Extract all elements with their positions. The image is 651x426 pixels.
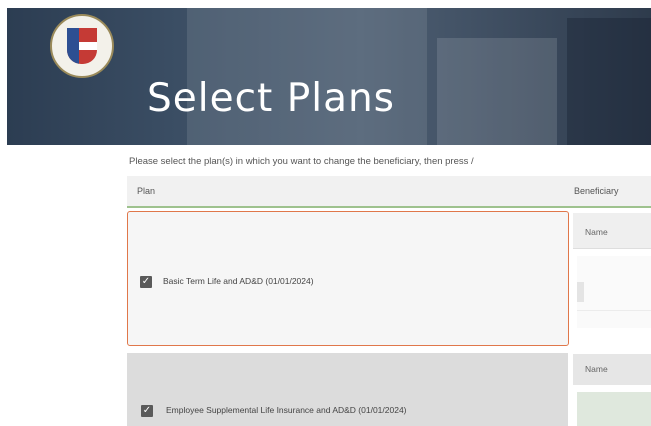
- hero-photo-region: [567, 18, 651, 145]
- beneficiary-list: [577, 392, 651, 426]
- hero-banner: Select Plans: [7, 8, 651, 145]
- divider: [577, 310, 651, 311]
- checkbox-checked-icon[interactable]: ✓: [141, 405, 153, 417]
- column-header-beneficiary: Beneficiary: [574, 186, 619, 196]
- checkbox-checked-icon[interactable]: ✓: [140, 276, 152, 288]
- plan-row-selected[interactable]: ✓ Basic Term Life and AD&D (01/01/2024): [127, 211, 569, 346]
- beneficiary-list: [577, 256, 651, 328]
- plan-label: Employee Supplemental Life Insurance and…: [166, 405, 407, 415]
- beneficiary-name-label: Name: [585, 364, 608, 374]
- plan-label: Basic Term Life and AD&D (01/01/2024): [163, 276, 314, 286]
- instructions-text: Please select the plan(s) in which you w…: [129, 156, 474, 167]
- scrollbar[interactable]: [577, 282, 584, 302]
- beneficiary-name-header: Name: [573, 354, 651, 385]
- beneficiary-name-header: Name: [573, 213, 651, 249]
- column-header-plan: Plan: [137, 186, 156, 196]
- city-seal-icon: [50, 14, 114, 78]
- hero-photo-region: [437, 38, 557, 145]
- beneficiary-name-label: Name: [585, 227, 608, 237]
- plan-row[interactable]: ✓ Employee Supplemental Life Insurance a…: [127, 353, 568, 426]
- page-title: Select Plans: [147, 76, 395, 121]
- table-header: Plan Beneficiary: [127, 176, 651, 208]
